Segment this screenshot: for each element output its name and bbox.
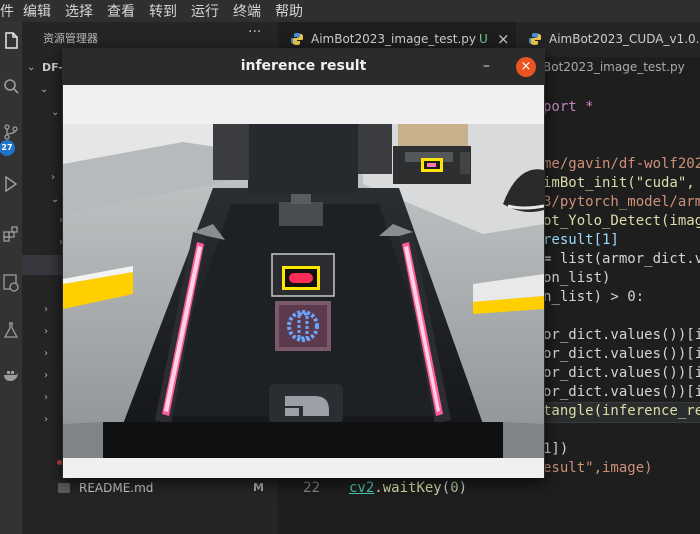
explorer-title: 资源管理器	[43, 32, 98, 45]
extensions-icon[interactable]	[0, 224, 22, 250]
markdown-icon	[58, 483, 70, 493]
image-canvas	[63, 85, 544, 478]
code-line: on_list)	[543, 270, 611, 286]
run-debug-icon[interactable]	[0, 174, 22, 200]
git-modified-status: M	[253, 481, 264, 494]
remote-icon[interactable]	[0, 274, 22, 300]
code-line-last: cv2.waitKey(0)	[349, 480, 468, 496]
source-control-badge: 27	[0, 140, 15, 156]
menu-run[interactable]: 运行	[191, 1, 219, 21]
code-line: or_dict.values())[i	[543, 346, 700, 362]
chevron-right-icon[interactable]: ›	[44, 348, 48, 359]
testing-icon[interactable]	[0, 320, 22, 346]
code-line: esult",image)	[543, 460, 653, 476]
chevron-down-icon[interactable]: ⌄	[51, 194, 59, 205]
code-line: or_dict.values())[i	[543, 384, 700, 400]
files-icon[interactable]	[0, 32, 22, 58]
inference-result-window[interactable]: inference result – ×	[62, 48, 545, 478]
code-line: 1])	[543, 441, 569, 457]
chevron-down-icon[interactable]: ⌄	[51, 107, 59, 118]
python-icon	[529, 33, 541, 45]
code-token-arg: 0	[450, 480, 459, 496]
menu-go[interactable]: 转到	[149, 1, 177, 21]
readme-file-name: README.md	[79, 481, 154, 495]
close-button[interactable]: ×	[516, 57, 536, 77]
chevron-right-icon[interactable]: ›	[44, 414, 48, 425]
inference-image	[63, 124, 544, 458]
menu-selection[interactable]: 选择	[65, 1, 93, 21]
more-actions-icon[interactable]: ···	[248, 24, 261, 40]
window-title: inference result	[240, 58, 367, 74]
search-icon[interactable]	[0, 76, 22, 102]
code-token-object: cv2	[349, 480, 375, 496]
chevron-right-icon[interactable]: ›	[44, 326, 48, 337]
workspace-folder[interactable]: DF-	[42, 61, 63, 74]
menu-view[interactable]: 查看	[107, 1, 135, 21]
menu-help[interactable]: 帮助	[275, 1, 303, 21]
code-line: or_dict.values())[i	[543, 327, 700, 343]
code-line: port *	[543, 99, 594, 115]
code-line: n_list) > 0:	[543, 289, 645, 305]
docker-icon[interactable]	[0, 365, 22, 391]
menubar: 件 编辑 选择 查看 转到 运行 终端 帮助	[0, 0, 700, 22]
chevron-right-icon[interactable]: ›	[44, 392, 48, 403]
chevron-right-icon[interactable]: ›	[44, 370, 48, 381]
python-icon	[291, 33, 303, 45]
code-line: me/gavin/df-wolf202	[543, 156, 700, 172]
code-token-function: waitKey	[382, 480, 442, 496]
chevron-down-icon[interactable]: ⌄	[40, 84, 48, 95]
activity-bar: 27	[0, 22, 22, 534]
chevron-down-icon[interactable]: ⌄	[27, 62, 35, 73]
code-line: 3/pytorch_model/arm	[543, 194, 700, 210]
code-line: imBot_init("cuda",	[543, 175, 700, 191]
tab-title: AimBot2023_CUDA_v1.0.p	[549, 32, 700, 46]
chevron-right-icon[interactable]: ›	[44, 304, 48, 315]
line-number: 22	[303, 480, 320, 496]
code-line: tangle(inference_re	[543, 403, 700, 419]
code-line: result[1]	[543, 232, 619, 248]
code-line: ot_Yolo_Detect(imag	[543, 213, 700, 229]
menu-terminal[interactable]: 终端	[233, 1, 261, 21]
minimize-button[interactable]: –	[483, 48, 490, 85]
chevron-right-icon[interactable]: ›	[51, 172, 55, 183]
breadcrumb-file[interactable]: Bot2023_image_test.py	[543, 60, 685, 74]
menu-edit[interactable]: 编辑	[23, 1, 51, 21]
code-line: = list(armor_dict.v	[543, 251, 700, 267]
menu-file[interactable]: 件	[0, 1, 14, 21]
code-line: or_dict.values())[i	[543, 365, 700, 381]
